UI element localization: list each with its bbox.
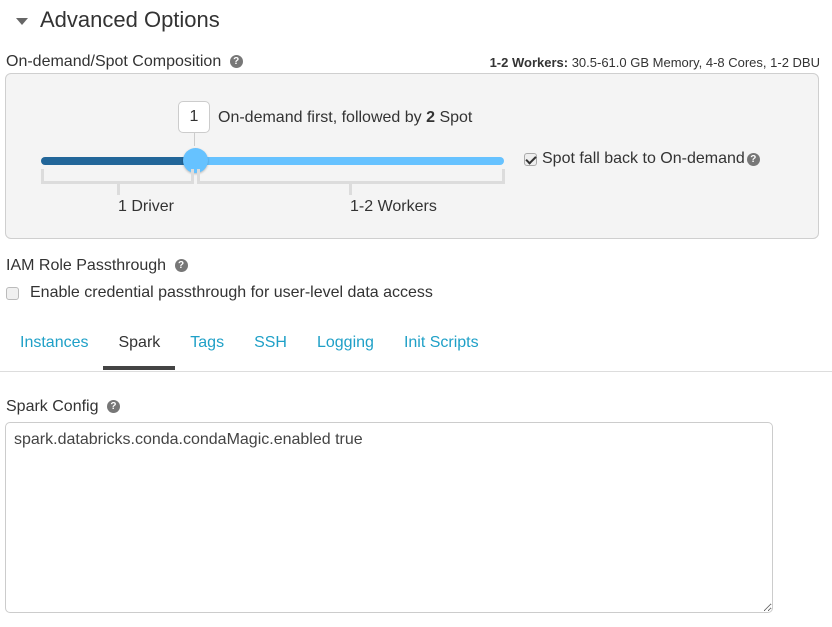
slider-track-spot[interactable] bbox=[195, 157, 504, 165]
driver-bracket-right bbox=[191, 169, 194, 184]
ondemand-text-after: Spot bbox=[435, 109, 473, 126]
spark-config-textarea[interactable]: spark.databricks.conda.condaMagic.enable… bbox=[5, 422, 773, 613]
spark-config-label-text: Spark Config bbox=[6, 398, 99, 415]
ondemand-description: On-demand first, followed by 2 Spot bbox=[218, 109, 472, 127]
caret-down-icon bbox=[16, 17, 28, 25]
workers-info-label: 1-2 Workers: bbox=[489, 55, 569, 70]
workers-label: 1-2 Workers bbox=[350, 198, 437, 215]
ondemand-count-badge: 1 bbox=[178, 101, 210, 133]
tab-tags[interactable]: Tags bbox=[175, 334, 239, 370]
ondemand-text-before: On-demand first, followed by bbox=[218, 109, 427, 126]
help-icon[interactable]: ? bbox=[746, 152, 760, 166]
composition-label-text: On-demand/Spot Composition bbox=[6, 53, 222, 70]
workers-bracket-tick bbox=[349, 184, 352, 195]
advanced-options-title: Advanced Options bbox=[40, 7, 220, 32]
iam-label-text: IAM Role Passthrough bbox=[6, 257, 167, 274]
spot-fallback-label: Spot fall back to On-demand bbox=[542, 150, 745, 167]
slider-track-ondemand[interactable] bbox=[41, 157, 197, 165]
tab-logging[interactable]: Logging bbox=[302, 334, 389, 370]
driver-label: 1 Driver bbox=[118, 198, 175, 215]
slider-thumb[interactable] bbox=[183, 148, 208, 173]
tab-spark[interactable]: Spark bbox=[103, 334, 176, 370]
credential-passthrough-option[interactable]: Enable credential passthrough for user-l… bbox=[6, 284, 433, 302]
workers-bracket-right bbox=[502, 169, 505, 184]
workers-info: 1-2 Workers: 30.5-61.0 GB Memory, 4-8 Co… bbox=[490, 55, 820, 70]
spot-fallback-checkbox[interactable] bbox=[524, 152, 537, 166]
spot-fallback-option[interactable]: Spot fall back to On-demand ? bbox=[524, 150, 760, 168]
spark-config-label: Spark Config ? bbox=[6, 398, 120, 416]
help-icon[interactable]: ? bbox=[174, 259, 188, 273]
tab-init-scripts[interactable]: Init Scripts bbox=[389, 334, 494, 370]
count-pointer-line bbox=[194, 133, 195, 146]
help-icon[interactable]: ? bbox=[229, 55, 243, 69]
iam-role-passthrough-label: IAM Role Passthrough ? bbox=[6, 257, 188, 275]
composition-label: On-demand/Spot Composition ? bbox=[6, 53, 243, 71]
tab-ssh[interactable]: SSH bbox=[239, 334, 302, 370]
help-icon[interactable]: ? bbox=[106, 400, 120, 414]
credential-passthrough-label: Enable credential passthrough for user-l… bbox=[30, 284, 433, 301]
spot-count: 2 bbox=[426, 109, 435, 126]
config-tabs: Instances Spark Tags SSH Logging Init Sc… bbox=[5, 334, 494, 370]
tabs-divider bbox=[0, 371, 832, 372]
credential-passthrough-checkbox[interactable] bbox=[6, 286, 19, 300]
advanced-options-toggle[interactable]: Advanced Options bbox=[16, 6, 220, 34]
driver-bracket-tick bbox=[117, 184, 120, 195]
workers-info-text: 30.5-61.0 GB Memory, 4-8 Cores, 1-2 DBU bbox=[568, 55, 820, 70]
tab-instances[interactable]: Instances bbox=[5, 334, 103, 370]
